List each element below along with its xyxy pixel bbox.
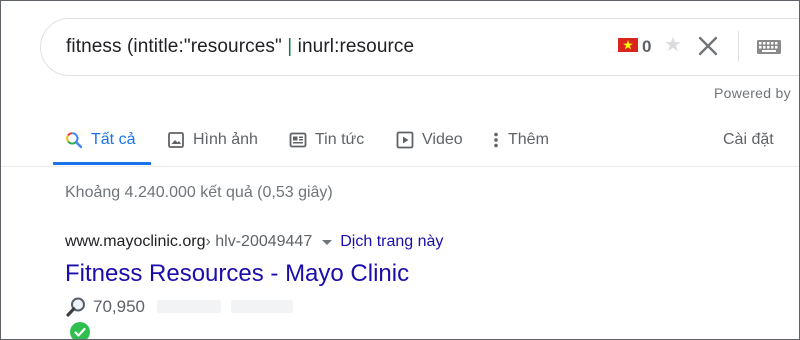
placeholder-bar [157, 300, 221, 313]
tab-video-label: Video [422, 131, 463, 148]
translate-link[interactable]: Dịch trang này [340, 233, 443, 251]
metric-value: 70,950 [93, 297, 145, 316]
result-url[interactable]: www.mayoclinic.org › hlv-20049447 Dịch t… [65, 233, 443, 251]
settings-link[interactable]: Cài đặt [723, 128, 774, 152]
flag-count: 0 [642, 37, 652, 56]
query-tail: inurl:resource [292, 36, 415, 57]
magnifier-icon [65, 296, 87, 318]
keyboard-icon[interactable] [757, 40, 781, 54]
more-vert-icon [492, 131, 500, 149]
active-tab-indicator [53, 162, 151, 165]
tab-all[interactable]: Tất cả [65, 128, 135, 152]
chevron-down-icon[interactable] [322, 239, 333, 245]
tab-more[interactable]: Thêm [492, 128, 549, 152]
result-title-link[interactable]: Fitness Resources - Mayo Clinic [65, 260, 409, 288]
news-icon [289, 131, 307, 149]
result-metric: 70,950 [65, 296, 145, 318]
tab-all-label: Tất cả [91, 131, 136, 148]
tab-news-label: Tin tức [315, 131, 365, 148]
result-path: › hlv-20049447 [205, 233, 313, 250]
tab-images-label: Hình ảnh [193, 131, 258, 148]
result-stats: Khoảng 4.240.000 kết quả (0,53 giây) [65, 184, 333, 201]
tab-images[interactable]: Hình ảnh [167, 128, 258, 152]
search-input[interactable]: fitness (intitle:"resources" | inurl:res… [66, 36, 414, 58]
searchbox-divider [738, 31, 739, 61]
search-icon [65, 131, 83, 149]
search-tabs: Tất cả Hình ảnh Tin tức Video Thêm Cài đ… [0, 116, 800, 166]
tab-news[interactable]: Tin tức [289, 128, 364, 152]
star-icon[interactable]: ★ [664, 35, 682, 55]
video-icon [396, 131, 414, 149]
tabs-divider [0, 166, 800, 167]
check-icon [70, 322, 90, 340]
tab-more-label: Thêm [508, 131, 549, 148]
vietnam-flag-icon[interactable] [618, 38, 638, 52]
result-host: www.mayoclinic.org [65, 233, 206, 250]
settings-label: Cài đặt [723, 131, 774, 148]
query-main: fitness (intitle:"resources" [66, 36, 288, 57]
placeholder-bar [231, 300, 293, 313]
close-icon[interactable] [697, 35, 719, 57]
image-icon [167, 131, 185, 149]
powered-by-text: Powered by [714, 85, 791, 101]
tab-video[interactable]: Video [396, 128, 463, 152]
